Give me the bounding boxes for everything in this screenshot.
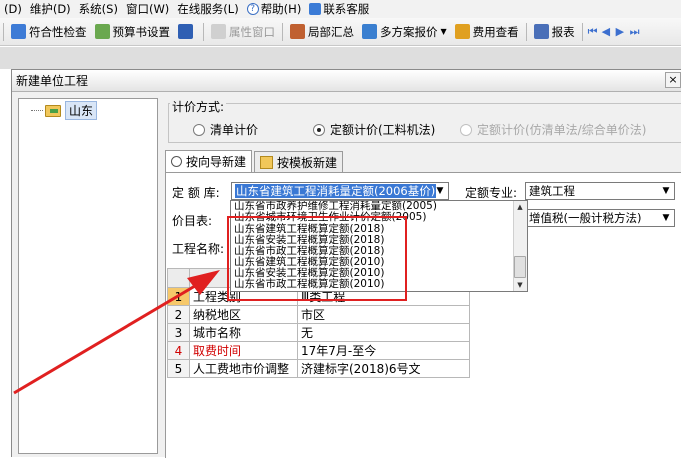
annotation-arrow-icon	[13, 270, 220, 395]
